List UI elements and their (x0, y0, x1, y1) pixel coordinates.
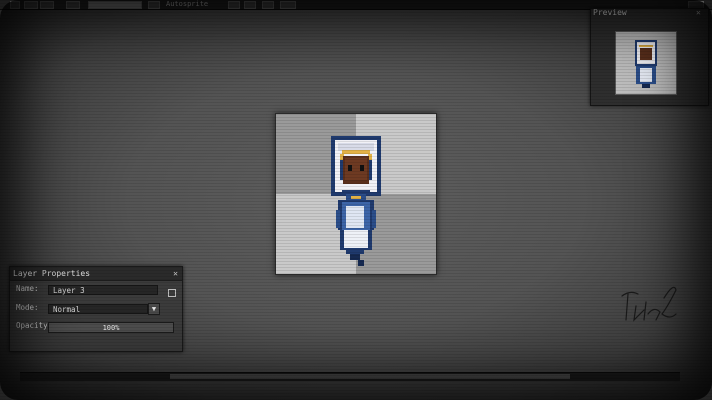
sprite-canvas[interactable] (275, 113, 437, 275)
layer-name-input[interactable]: Layer 3 (48, 285, 158, 295)
toolbar-button[interactable] (228, 1, 240, 9)
app-screen: Autosprite Preview ✕ Layer Properties ✕ … (0, 0, 712, 400)
close-icon[interactable]: ✕ (696, 9, 704, 17)
document-title: Autosprite (166, 0, 209, 8)
close-icon[interactable]: ✕ (173, 269, 178, 278)
horizontal-scrollbar[interactable] (20, 372, 680, 381)
sprite-canvas-svg (276, 114, 436, 274)
toolbar-tab-active[interactable] (88, 1, 142, 9)
preview-title: Preview (593, 8, 627, 17)
layer-properties-panel: Layer Properties ✕ Name: Layer 3 Mode: N… (9, 266, 183, 352)
layer-properties-titlebar[interactable]: Layer Properties ✕ (10, 267, 182, 281)
opacity-slider[interactable]: 100% (48, 322, 174, 333)
preview-sprite (616, 32, 676, 94)
toolbar-button[interactable] (262, 1, 274, 9)
preview-thumbnail (615, 31, 677, 95)
toolbar-button[interactable] (280, 1, 296, 9)
toolbar-button[interactable] (148, 1, 160, 9)
toolbar-button[interactable] (244, 1, 256, 9)
name-label: Name: (16, 284, 39, 293)
dropdown-arrow-icon[interactable]: ▼ (148, 303, 160, 315)
toolbar-button[interactable] (66, 1, 80, 9)
lock-checkbox[interactable] (168, 289, 176, 297)
toolbar-button[interactable] (24, 1, 38, 9)
toolbar-button[interactable] (10, 1, 20, 9)
scrollbar-thumb[interactable] (170, 374, 570, 379)
toolbar-button[interactable] (40, 1, 54, 9)
blend-mode-select[interactable]: Normal (48, 304, 148, 314)
preview-panel: Preview ✕ (590, 8, 709, 106)
mode-label: Mode: (16, 303, 39, 312)
layer-properties-title: Layer Properties (13, 269, 91, 278)
signature-mark (621, 286, 677, 322)
opacity-label: Opacity: (16, 321, 53, 330)
